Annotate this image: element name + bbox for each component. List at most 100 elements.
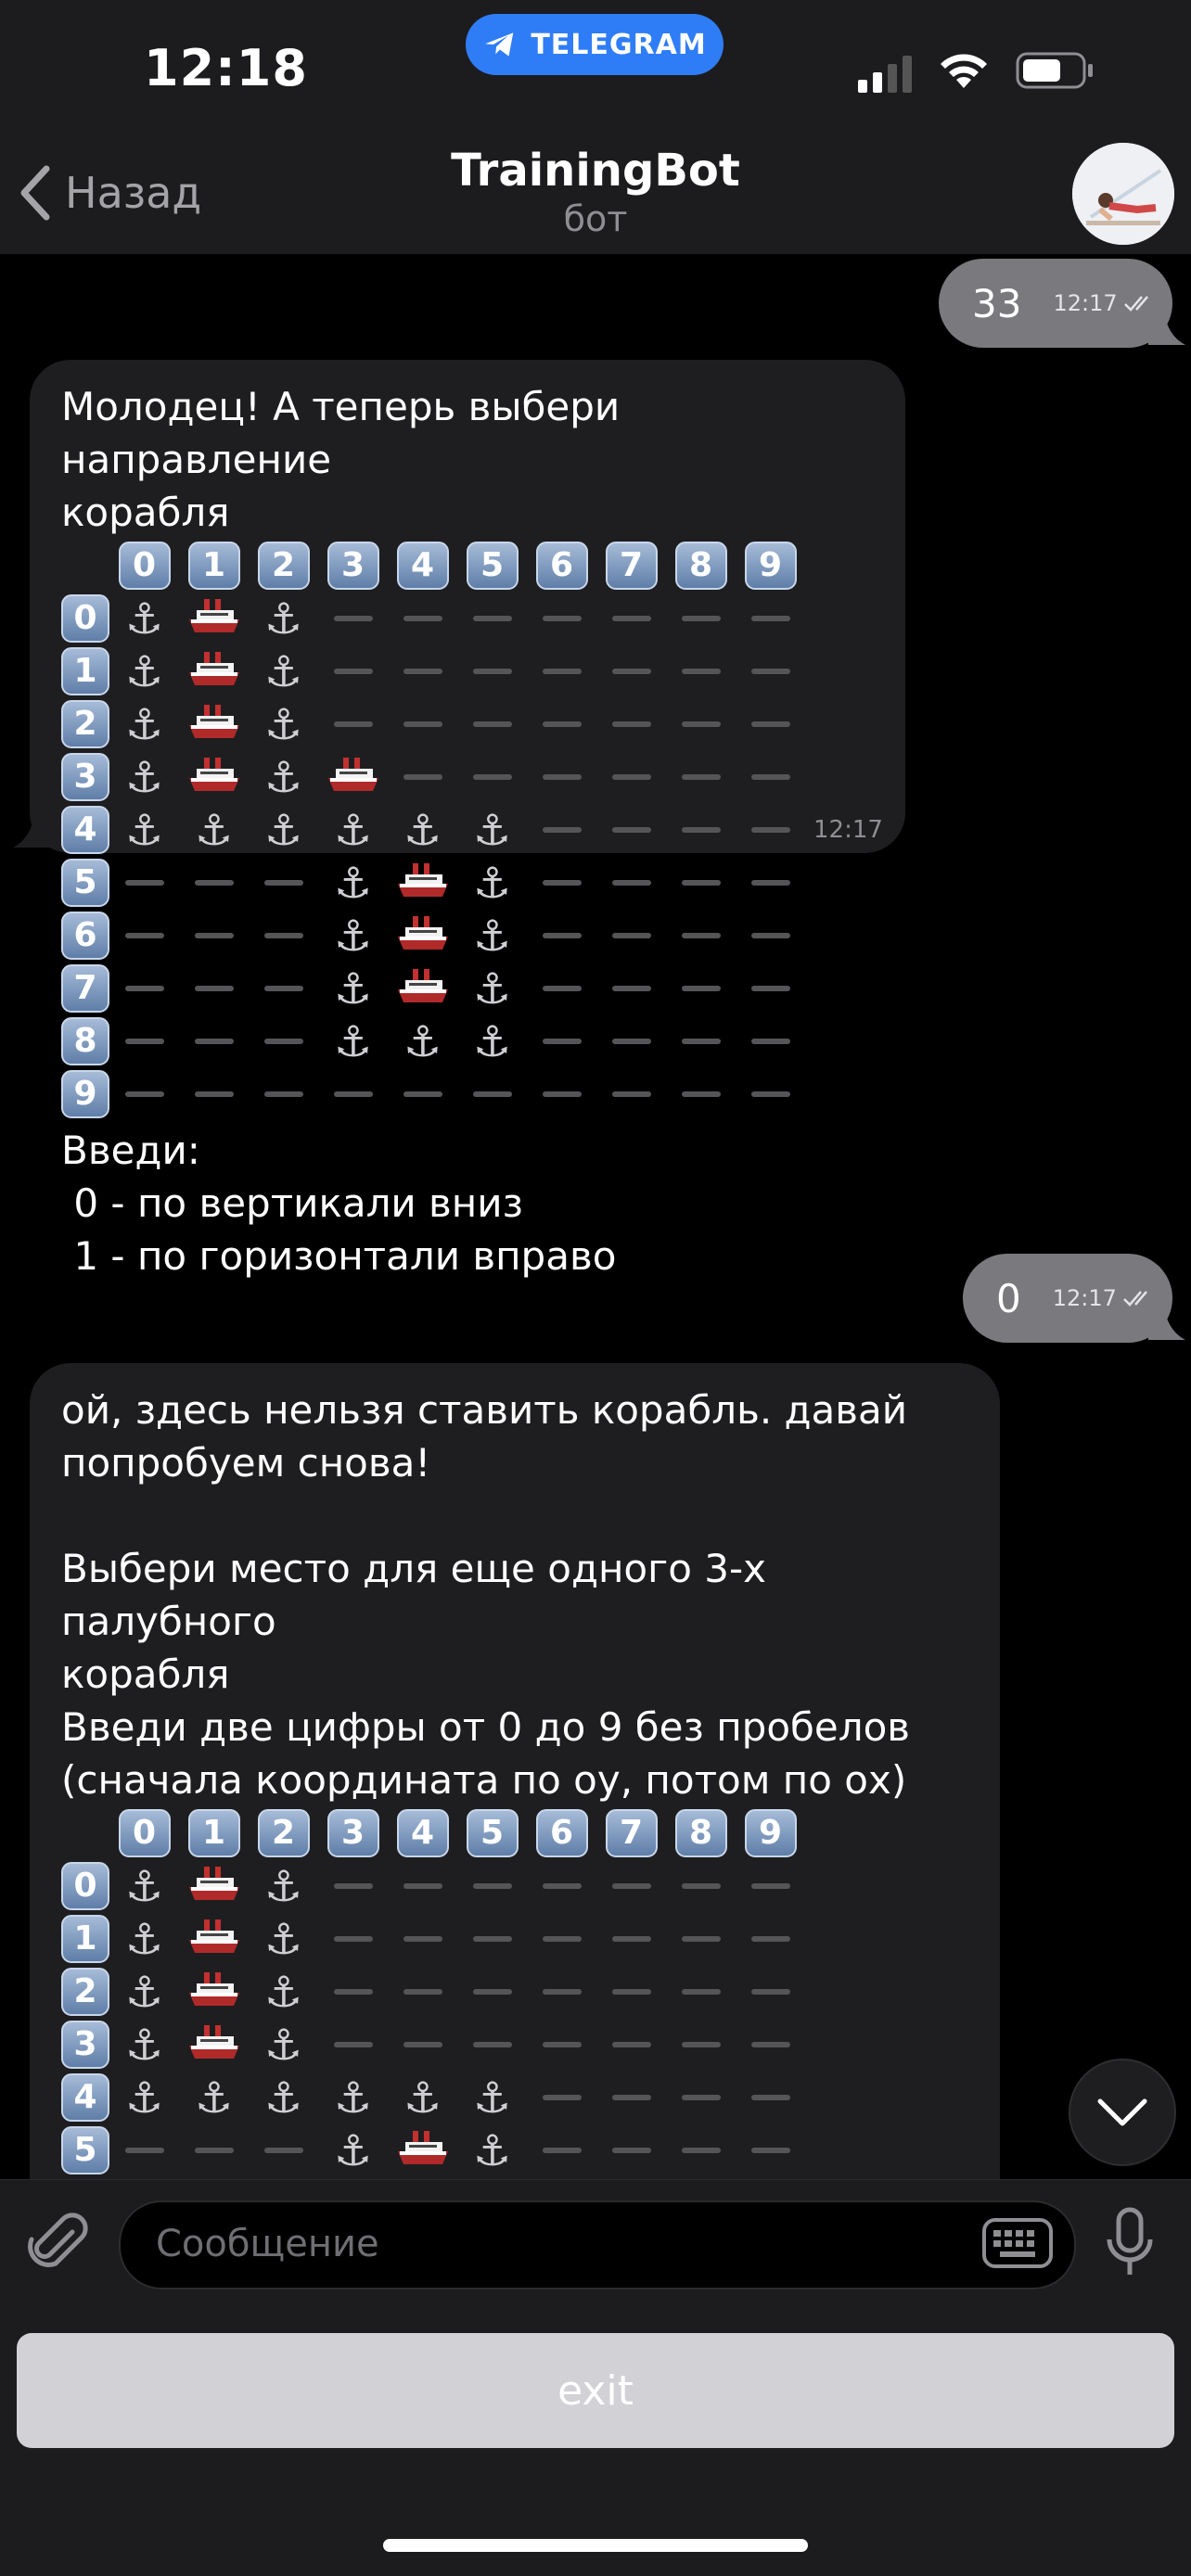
anchor-icon: ⚓ (124, 593, 164, 644)
empty-cell (318, 2018, 388, 2071)
empty-cell (666, 1067, 736, 1120)
scroll-to-bottom-button[interactable] (1069, 2059, 1176, 2166)
home-indicator[interactable] (383, 2539, 808, 2552)
keycap-digit: 2 (61, 699, 109, 748)
empty-cell (388, 2018, 457, 2071)
board-row: 1 ⚓ ⚓ (61, 644, 905, 697)
incoming-message[interactable]: Молодец! А теперь выбери направление кор… (30, 360, 905, 1279)
keycap-digit: 5 (61, 2125, 109, 2174)
anchor-icon: ⚓ (194, 2072, 234, 2123)
empty-cell (666, 1014, 736, 1067)
microphone-icon[interactable] (1104, 2206, 1156, 2280)
board-row-header: 0 (61, 1859, 109, 1912)
empty-cell (736, 1965, 805, 2018)
anchor-icon: ⚓ (263, 698, 303, 749)
paperclip-icon[interactable] (26, 2212, 91, 2276)
ship-icon (179, 1859, 249, 1912)
empty-cell (388, 644, 457, 697)
ship-icon (179, 1912, 249, 1965)
empty-cell (527, 1965, 596, 2018)
empty-cell (666, 962, 736, 1014)
telegram-icon (485, 32, 514, 57)
empty-cell (457, 592, 527, 644)
composer: Сообщение (0, 2179, 1191, 2301)
ship-icon (179, 750, 249, 803)
empty-cell (596, 2018, 666, 2071)
cellular-signal-icon (858, 56, 912, 93)
message-time: 12:17 (1052, 1285, 1117, 1311)
empty-cell (388, 1859, 457, 1912)
anchor-icon: ⚓ (124, 2072, 164, 2123)
exit-button[interactable]: exit (17, 2333, 1174, 2448)
empty-cell (527, 750, 596, 803)
outgoing-message[interactable]: 33 12:17 (939, 259, 1172, 348)
anchor-icon: ⚓ (472, 804, 512, 855)
chevron-down-icon (1097, 2098, 1147, 2126)
board-col-header: 0 (109, 1806, 179, 1859)
keyboard-icon[interactable] (981, 2217, 1054, 2269)
empty-cell (179, 2123, 249, 2176)
empty-cell (736, 644, 805, 697)
message-instructions: Введи: 0 - по вертикали вниз 1 - по гори… (61, 1128, 617, 1279)
keycap-digit: 8 (674, 1808, 727, 1857)
keycap-digit: 1 (187, 541, 240, 590)
keycap-digit: 1 (187, 1808, 240, 1857)
anchor-icon: ⚓ (124, 698, 164, 749)
bubble-tail (1148, 1303, 1185, 1340)
keycap-digit: 4 (61, 805, 109, 854)
board-header-row: 0123456789 (61, 539, 905, 592)
anchor-icon: ⚓ (403, 2072, 442, 2123)
empty-cell (666, 2018, 736, 2071)
board-row: 3 ⚓ ⚓ (61, 2018, 1000, 2071)
board-col-header: 3 (318, 539, 388, 592)
board-row: 5 ⚓ ⚓ (61, 856, 905, 909)
empty-cell (109, 856, 179, 909)
message-meta: 12:17 (1053, 290, 1156, 316)
incoming-message[interactable]: ой, здесь нельзя ставить корабль. давай … (30, 1363, 1000, 2179)
anchor-icon: ⚓ (124, 645, 164, 696)
chat-title[interactable]: TrainingBot (0, 145, 1191, 197)
anchor-icon: ⚓ (263, 1966, 303, 2017)
board-col-header: 3 (318, 1806, 388, 1859)
message-input[interactable]: Сообщение (119, 2200, 1076, 2289)
anchor-icon: ⚓ (472, 857, 512, 908)
empty-cell (666, 2071, 736, 2123)
board-row-header: 6 (61, 909, 109, 962)
empty-cell (249, 1067, 318, 1120)
ship-icon (179, 644, 249, 697)
board-row-header: 7 (61, 962, 109, 1014)
empty-cell (457, 2018, 527, 2071)
telegram-pill[interactable]: TELEGRAM (466, 14, 724, 75)
keycap-digit: 5 (466, 541, 519, 590)
board-header-row: 0123456789 (61, 1806, 1000, 1859)
anchor-icon: ⚓ (194, 804, 234, 855)
board-row-header: 5 (61, 2123, 109, 2176)
empty-cell (457, 750, 527, 803)
message-text: 33 (972, 280, 1022, 326)
outgoing-message[interactable]: 0 12:17 (963, 1254, 1172, 1343)
anchor-icon: ⚓ (333, 910, 373, 961)
anchor-icon: ⚓ (333, 2072, 373, 2123)
empty-cell (596, 644, 666, 697)
board-col-header: 1 (179, 539, 249, 592)
message-list[interactable]: 33 12:17 Молодец! А теперь выбери направ… (0, 254, 1191, 2179)
keycap-digit: 2 (257, 541, 310, 590)
anchor-icon: ⚓ (333, 2124, 373, 2175)
anchor-icon: ⚓ (124, 804, 164, 855)
ship-icon (179, 592, 249, 644)
empty-cell (596, 1859, 666, 1912)
bot-avatar[interactable] (1072, 143, 1174, 245)
board-row: 1 ⚓ ⚓ (61, 1912, 1000, 1965)
message-time: 12:17 (1053, 290, 1118, 316)
empty-cell (666, 2123, 736, 2176)
game-board: 0 1 2 3 4 5 6 7 8 9 0 ⚓ ⚓ 1 ⚓ ⚓ 2 ⚓ ⚓ 3 ⚓ ⚓ 4 ⚓ ⚓ ⚓ ⚓ ⚓ ⚓ 5 ⚓ ⚓ 6 ⚓ ⚓ 7 ⚓ ⚓ 8 ⚓… (61, 539, 905, 1120)
board-row-header: 1 (61, 644, 109, 697)
keycap-digit: 5 (466, 1808, 519, 1857)
anchor-icon: ⚓ (124, 1913, 164, 1964)
empty-cell (318, 1859, 388, 1912)
keycap-digit: 0 (61, 1861, 109, 1910)
empty-cell (666, 1859, 736, 1912)
empty-cell (527, 962, 596, 1014)
keycap-digit: 7 (605, 541, 658, 590)
empty-cell (318, 592, 388, 644)
